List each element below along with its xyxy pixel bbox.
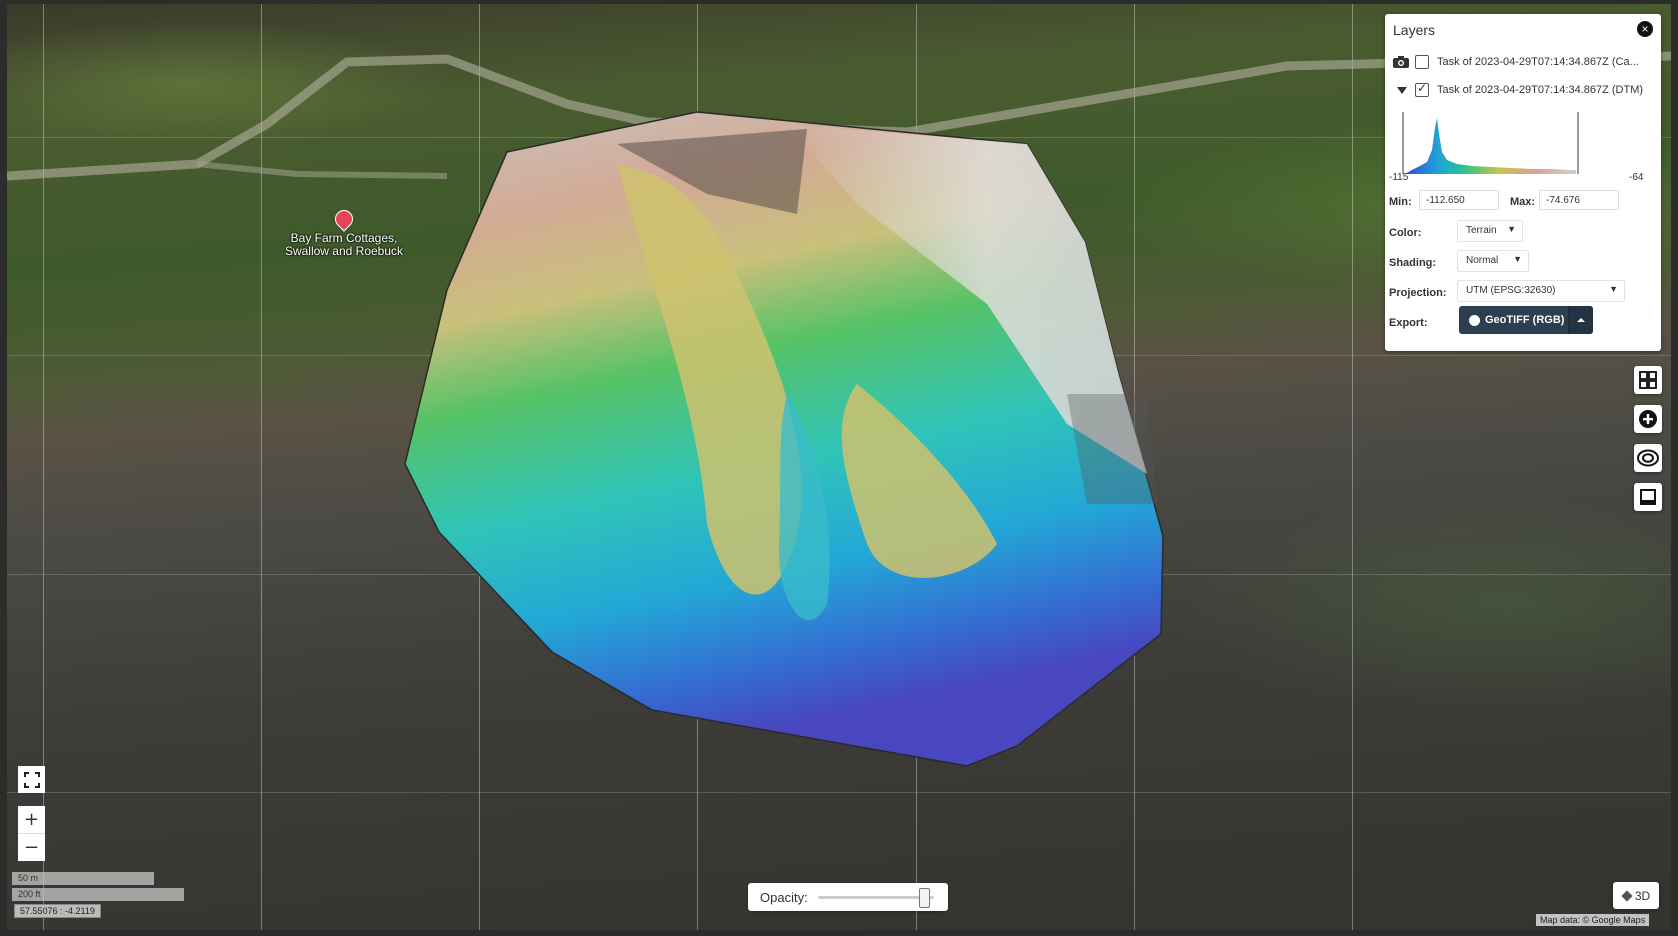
export-dropdown-toggle[interactable]: [1567, 306, 1593, 334]
color-label: Color:: [1389, 227, 1422, 239]
scale-bar-metric: 50 m: [12, 872, 154, 885]
export-button[interactable]: GeoTIFF (RGB): [1459, 306, 1593, 334]
projection-label: Projection:: [1389, 287, 1447, 299]
square-icon: [1640, 489, 1656, 505]
view-3d-button[interactable]: 3D: [1613, 882, 1659, 909]
zoom-in-button[interactable]: +: [18, 806, 45, 834]
close-icon[interactable]: ×: [1637, 21, 1653, 37]
projection-select-value: UTM (EPSG:32630): [1466, 285, 1556, 296]
cursor-coordinates: 57.55076 : -4.2119: [14, 904, 101, 918]
export-button-label: GeoTIFF (RGB): [1485, 314, 1565, 326]
opacity-control: Opacity:: [748, 883, 948, 911]
poi-marker[interactable]: Bay Farm Cottages, Swallow and Roebuck: [259, 206, 429, 258]
opacity-slider[interactable]: [817, 887, 934, 908]
add-layer-button[interactable]: [1634, 405, 1662, 433]
opacity-label: Opacity:: [760, 889, 808, 905]
layers-panel: Layers × Task of 2023-04-29T07:14:34.867…: [1385, 14, 1661, 351]
shading-select-value: Normal: [1466, 255, 1499, 266]
layer2-label[interactable]: Task of 2023-04-29T07:14:34.867Z (DTM): [1437, 84, 1651, 96]
shading-select[interactable]: Normal ▼: [1457, 250, 1529, 272]
plus-circle-icon: [1639, 410, 1657, 428]
max-label: Max:: [1510, 196, 1536, 208]
color-select[interactable]: Terrain ▼: [1457, 220, 1523, 242]
globe-icon: [1469, 314, 1480, 326]
histogram-max-label: -64: [1629, 172, 1644, 183]
fullscreen-icon: [23, 771, 40, 788]
poi-label-line2: Swallow and Roebuck: [284, 244, 404, 258]
opacity-slider-thumb[interactable]: [919, 887, 931, 908]
shading-label: Shading:: [1389, 257, 1437, 269]
layer-row-camera[interactable]: Task of 2023-04-29T07:14:34.867Z (Ca...: [1393, 52, 1651, 72]
split-view-button[interactable]: [1634, 483, 1662, 511]
color-select-value: Terrain: [1466, 225, 1497, 236]
scale-bar-imperial: 200 ft: [12, 888, 184, 901]
target-icon: [1637, 449, 1659, 467]
max-input[interactable]: [1539, 190, 1619, 210]
grid-icon: [1639, 371, 1657, 389]
export-main-button[interactable]: GeoTIFF (RGB): [1459, 306, 1568, 334]
layer2-checkbox[interactable]: [1415, 81, 1429, 97]
map-pin-icon: [331, 206, 357, 232]
layer-row-dtm[interactable]: Task of 2023-04-29T07:14:34.867Z (DTM): [1393, 80, 1651, 100]
chevron-down-icon: ▼: [1507, 224, 1516, 234]
layer1-checkbox[interactable]: [1415, 55, 1429, 69]
expand-triangle-icon[interactable]: [1397, 86, 1407, 94]
map-attribution: Map data: © Google Maps: [1536, 914, 1650, 926]
projection-select[interactable]: UTM (EPSG:32630) ▼: [1457, 280, 1625, 302]
min-label: Min:: [1389, 196, 1412, 208]
cube-icon: [1621, 889, 1633, 902]
min-input[interactable]: [1419, 190, 1499, 210]
zoom-out-button[interactable]: −: [18, 834, 45, 861]
fullscreen-button[interactable]: [18, 766, 45, 793]
histogram-min-label: -115: [1389, 172, 1409, 183]
export-label: Export:: [1389, 317, 1428, 329]
chevron-down-icon: ▼: [1609, 284, 1618, 294]
view-3d-label: 3D: [1634, 888, 1651, 903]
measure-button[interactable]: [1634, 444, 1662, 472]
chevron-down-icon: ▼: [1513, 254, 1522, 264]
layers-panel-title: Layers: [1393, 22, 1436, 38]
layer1-label[interactable]: Task of 2023-04-29T07:14:34.867Z (Ca...: [1437, 56, 1651, 68]
camera-icon: [1393, 56, 1409, 68]
layers-grid-button[interactable]: [1634, 366, 1662, 394]
elevation-histogram: [1402, 112, 1579, 174]
